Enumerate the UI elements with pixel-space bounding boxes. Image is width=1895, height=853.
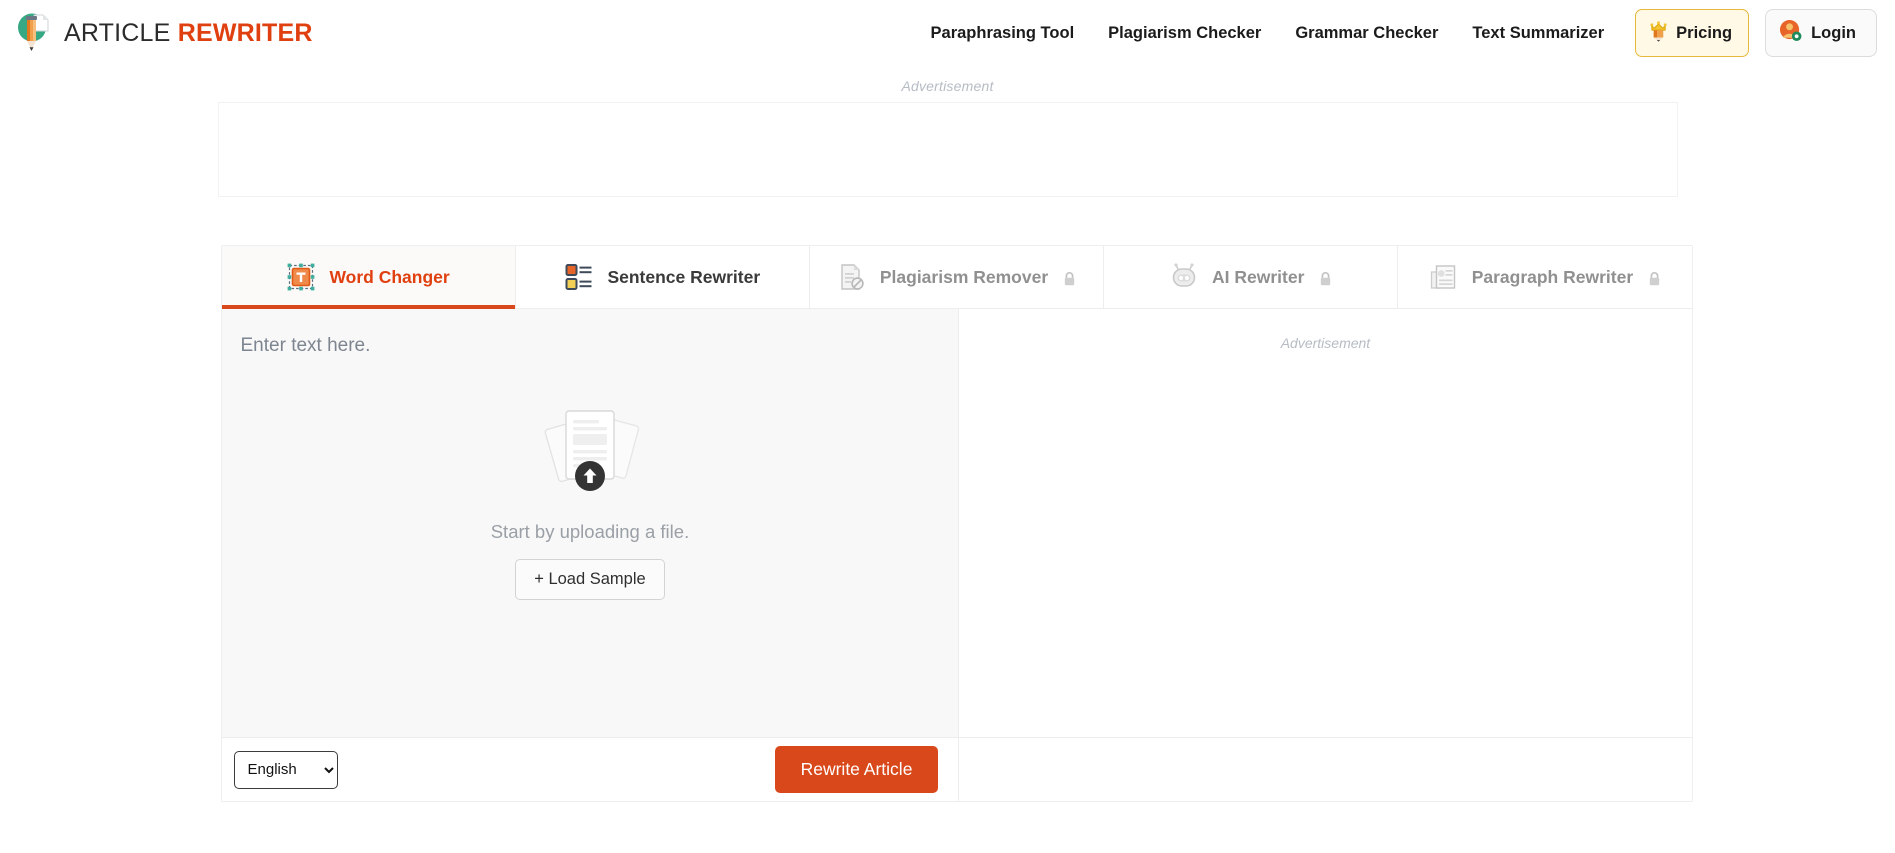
tab-word-changer-label: Word Changer (329, 266, 450, 287)
tab-sentence-rewriter[interactable]: Sentence Rewriter (515, 246, 810, 308)
editor-toolbar-right (959, 738, 1691, 801)
editor-toolbar-left: English Rewrite Article (222, 738, 960, 801)
tool-tabs: Word Changer Sentence Rewriter Plagiaris… (221, 246, 1692, 309)
document-stack-upload-icon (538, 401, 642, 499)
brand-title: ARTICLE REWRITER (64, 19, 313, 48)
language-select[interactable]: English (233, 750, 338, 789)
output-pane: Advertisement (959, 309, 1692, 737)
editor-panes: Enter text here. Start by uploading a fi… (221, 309, 1692, 737)
nav-paraphrasing-tool[interactable]: Paraphrasing Tool (914, 24, 1092, 43)
file-upload-zone[interactable]: Start by uploading a file. + Load Sample (222, 401, 959, 600)
two-list-blocks-icon (564, 262, 594, 292)
nav-text-summarizer[interactable]: Text Summarizer (1455, 24, 1621, 43)
editor-toolbar: English Rewrite Article (221, 737, 1692, 801)
input-editor-pane[interactable]: Enter text here. Start by uploading a fi… (221, 309, 960, 737)
pencil-document-logo-icon (14, 11, 54, 55)
lock-icon (1063, 270, 1076, 285)
top-advertisement: Advertisement (217, 66, 1678, 197)
brand-logo-link[interactable]: ARTICLE REWRITER (14, 11, 313, 55)
tab-paragraph-rewriter[interactable]: Paragraph Rewriter (1398, 246, 1692, 308)
rewriter-app: Word Changer Sentence Rewriter Plagiaris… (203, 245, 1693, 802)
nav-grammar-checker[interactable]: Grammar Checker (1278, 24, 1455, 43)
load-sample-button[interactable]: + Load Sample (515, 559, 665, 600)
pricing-label: Pricing (1676, 23, 1733, 42)
user-avatar-icon (1779, 19, 1802, 47)
tab-paragraph-rewriter-label: Paragraph Rewriter (1471, 266, 1634, 287)
site-header: ARTICLE REWRITER Paraphrasing Tool Plagi… (0, 0, 1895, 66)
tab-plagiarism-remover[interactable]: Plagiarism Remover (809, 246, 1105, 308)
tab-plagiarism-remover-label: Plagiarism Remover (879, 266, 1049, 287)
top-ad-slot (217, 102, 1678, 197)
brand-word-2: REWRITER (177, 18, 313, 47)
robot-head-icon (1169, 262, 1199, 292)
login-label: Login (1811, 23, 1856, 42)
text-selection-t-icon (286, 262, 316, 292)
lock-icon (1648, 270, 1661, 285)
lock-icon (1319, 270, 1332, 285)
crown-pencil-icon (1648, 19, 1669, 47)
right-ad-label: Advertisement (1280, 335, 1371, 351)
document-no-entry-icon (837, 262, 867, 292)
paragraph-pages-icon (1429, 262, 1459, 292)
tab-ai-rewriter-label: AI Rewriter (1212, 266, 1305, 287)
tab-word-changer[interactable]: Word Changer (221, 246, 516, 309)
tab-ai-rewriter[interactable]: AI Rewriter (1104, 246, 1399, 308)
nav-plagiarism-checker[interactable]: Plagiarism Checker (1091, 24, 1278, 43)
brand-word-1: ARTICLE (64, 18, 171, 47)
app-card: Word Changer Sentence Rewriter Plagiaris… (220, 245, 1693, 802)
main-navigation: Paraphrasing Tool Plagiarism Checker Gra… (914, 9, 1877, 57)
login-button[interactable]: Login (1765, 9, 1877, 57)
top-ad-label: Advertisement (901, 78, 994, 94)
tab-sentence-rewriter-label: Sentence Rewriter (607, 266, 761, 287)
rewrite-article-button[interactable]: Rewrite Article (774, 746, 939, 793)
upload-caption: Start by uploading a file. (490, 521, 690, 542)
editor-placeholder: Enter text here. (240, 335, 371, 356)
pricing-button[interactable]: Pricing (1635, 9, 1750, 57)
